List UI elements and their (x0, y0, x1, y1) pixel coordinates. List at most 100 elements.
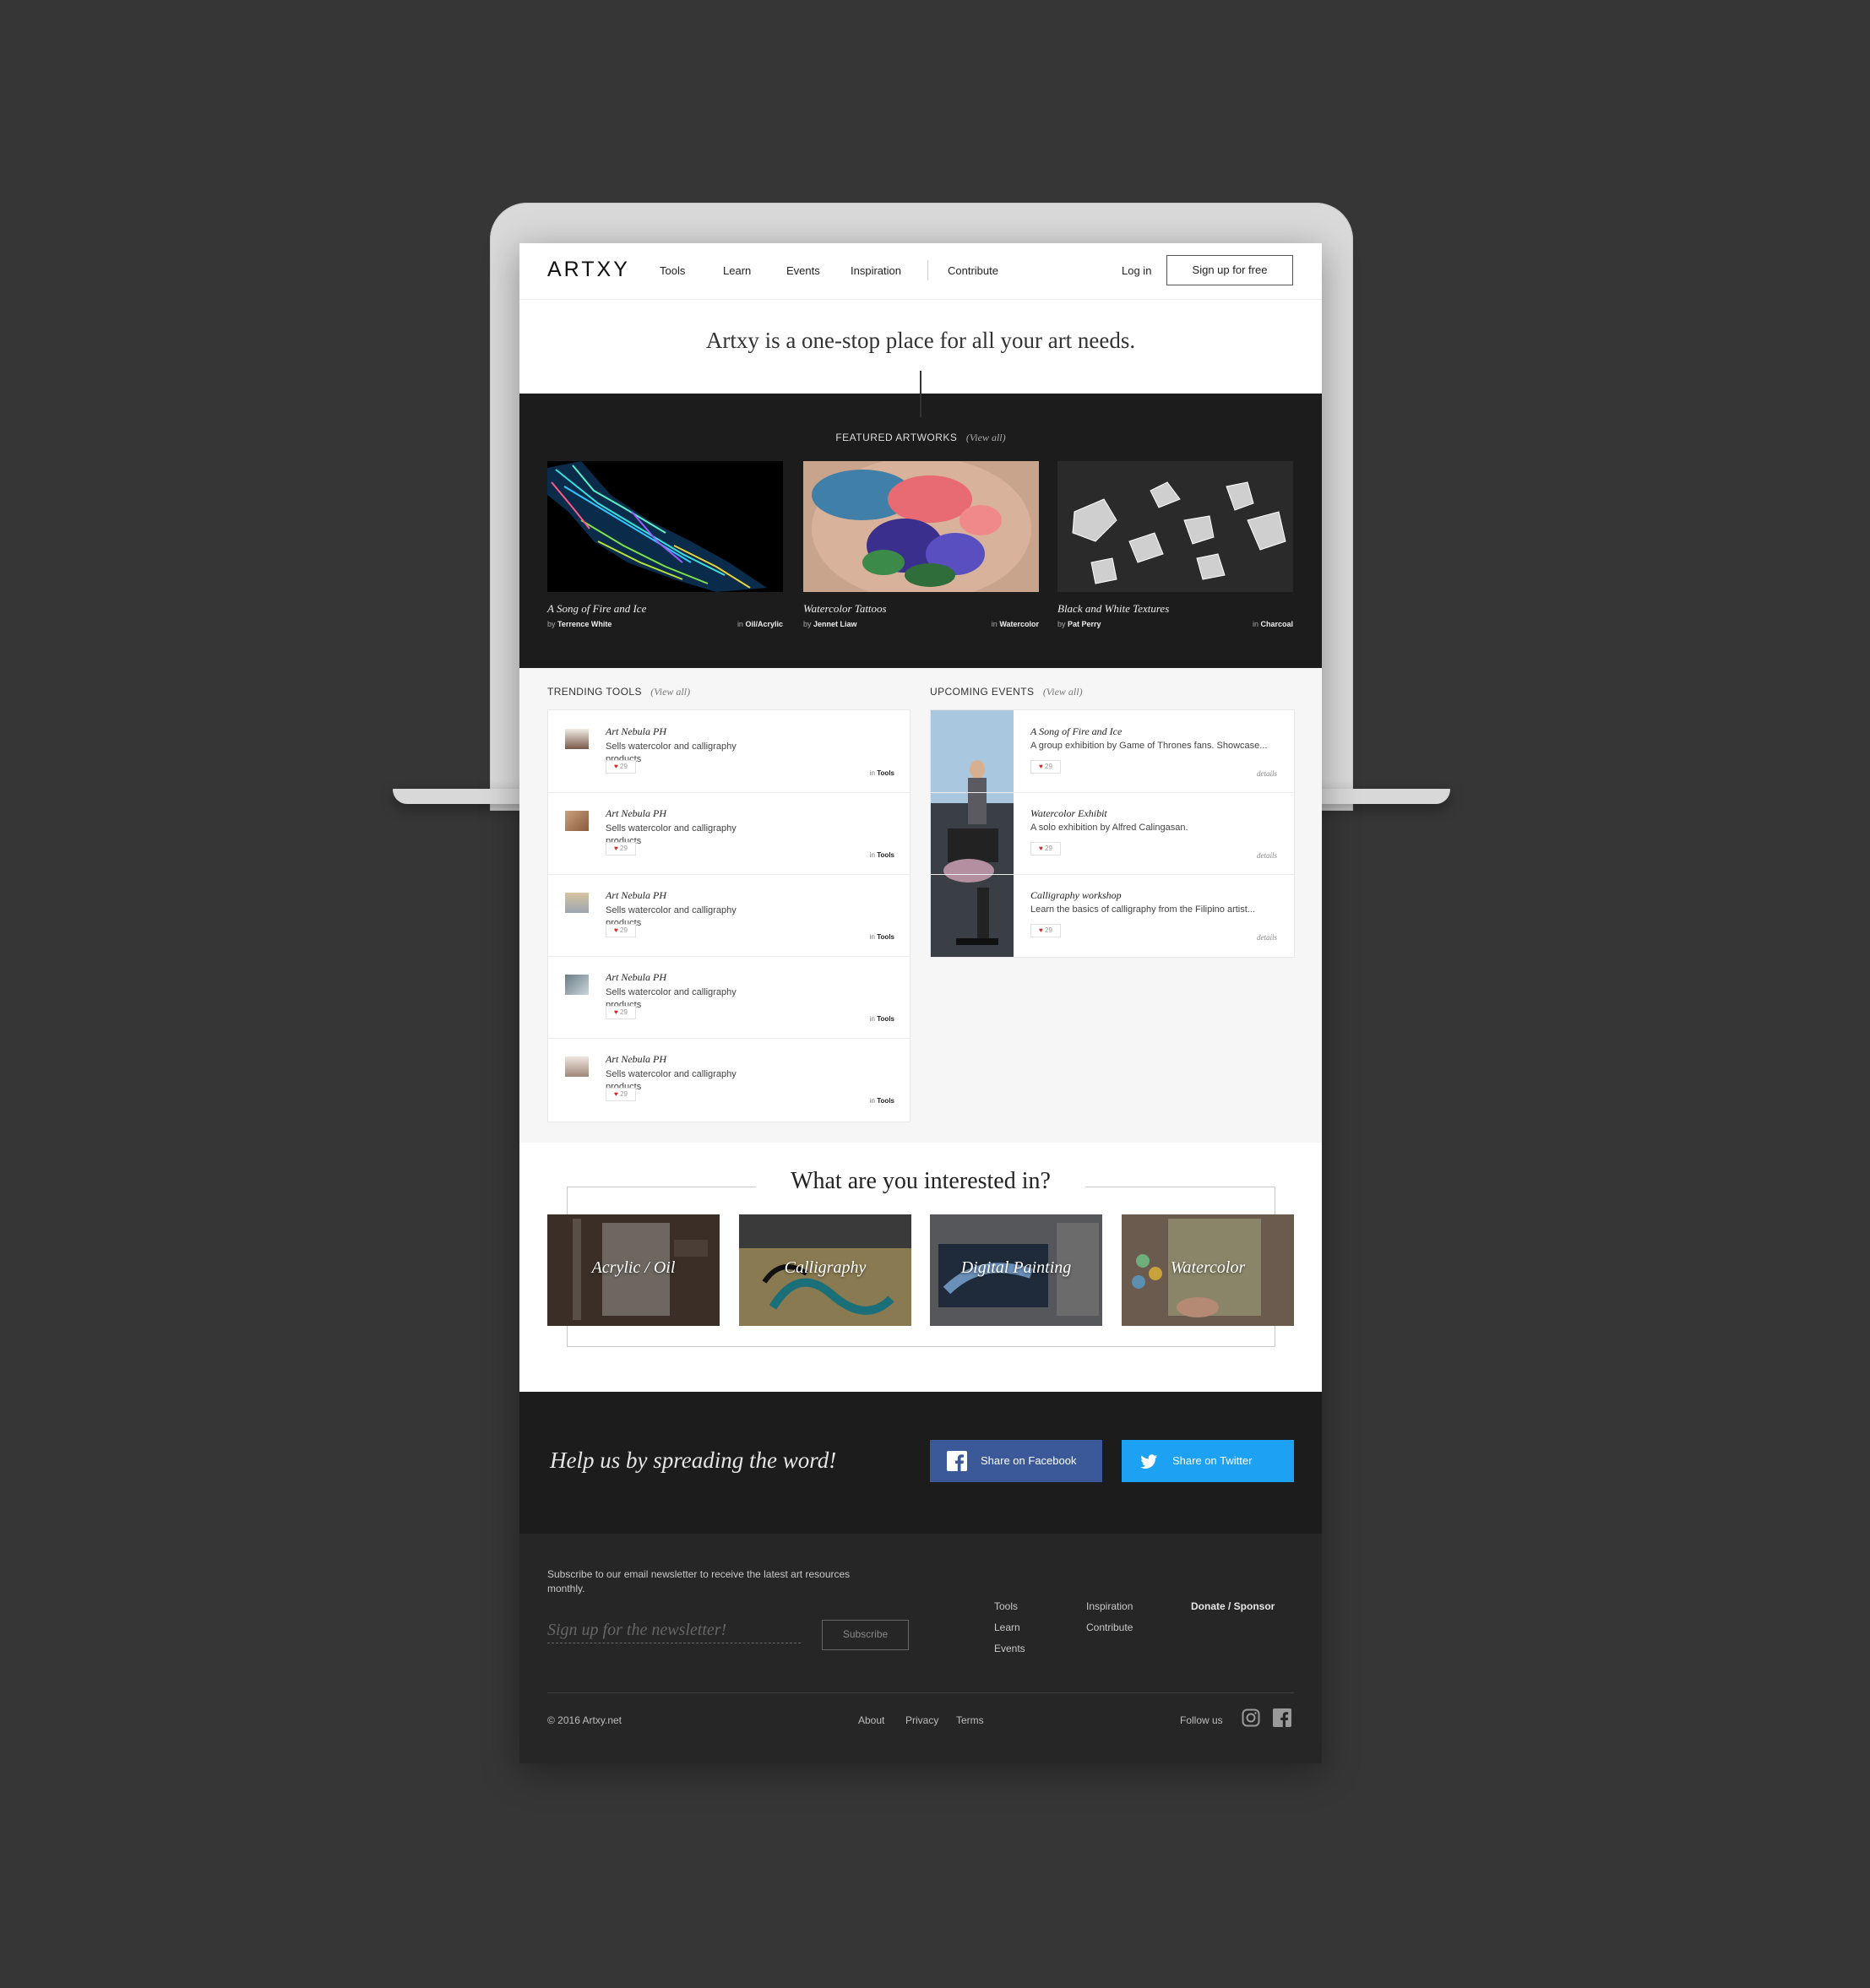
artwork-artist: by Jennet Liaw (803, 620, 857, 628)
artwork-title[interactable]: Watercolor Tattoos (803, 602, 887, 616)
interest-tile-calligraphy[interactable]: Calligraphy (739, 1214, 911, 1326)
event-name[interactable]: A Song of Fire and Ice (1030, 725, 1122, 738)
artwork-artist: by Pat Perry (1057, 620, 1101, 628)
tool-row[interactable]: Art Nebula PH Sells watercolor and calli… (548, 874, 910, 957)
footer-link-inspiration[interactable]: Inspiration (1086, 1600, 1133, 1612)
share-section: Help us by spreading the word! Share on … (519, 1392, 1322, 1534)
interest-label: Digital Painting (960, 1258, 1072, 1277)
tool-name[interactable]: Art Nebula PH (606, 889, 666, 902)
tool-row[interactable]: Art Nebula PH Sells watercolor and calli… (548, 792, 910, 875)
interest-label: Acrylic / Oil (591, 1258, 676, 1277)
footer-link-donate[interactable]: Donate / Sponsor (1191, 1600, 1275, 1612)
like-badge[interactable]: ♥ 29 (1030, 842, 1061, 855)
interest-tile-digital-painting[interactable]: Digital Painting (930, 1214, 1102, 1326)
event-description: A solo exhibition by Alfred Calingasan. (1030, 823, 1188, 833)
interest-tile-acrylic-oil[interactable]: Acrylic / Oil (547, 1214, 720, 1326)
tool-row[interactable]: Art Nebula PH Sells watercolor and calli… (548, 956, 910, 1039)
tool-category: in Tools (869, 1015, 894, 1023)
footer-link-tools[interactable]: Tools (994, 1600, 1018, 1612)
footer-link-terms[interactable]: Terms (956, 1714, 984, 1726)
artwork-image[interactable] (803, 457, 1039, 600)
interest-tile-watercolor[interactable]: Watercolor (1122, 1214, 1294, 1326)
tool-name[interactable]: Art Nebula PH (606, 725, 666, 738)
footer-link-learn[interactable]: Learn (994, 1621, 1020, 1633)
artwork-image[interactable] (547, 461, 783, 592)
events-view-all[interactable]: (View all) (1043, 686, 1083, 698)
footer-link-contribute[interactable]: Contribute (1086, 1621, 1133, 1633)
artwork-title[interactable]: Black and White Textures (1057, 602, 1169, 616)
events-title: UPCOMING EVENTS (930, 686, 1035, 698)
nav-events[interactable]: Events (786, 264, 820, 277)
nav-inspiration[interactable]: Inspiration (851, 264, 901, 277)
event-description: A group exhibition by Game of Thrones fa… (1030, 741, 1268, 751)
tool-row[interactable]: Art Nebula PH Sells watercolor and calli… (548, 1038, 910, 1120)
tool-thumbnail (565, 975, 589, 995)
heart-icon: ♥ (1039, 845, 1043, 852)
newsletter-input[interactable]: Sign up for the newsletter! (547, 1621, 801, 1643)
screen: ARTXY Tools Learn Events Inspiration Con… (519, 243, 1322, 1763)
featured-section: FEATURED ARTWORKS (View all) A Song of F… (519, 394, 1322, 668)
share-facebook-button[interactable]: Share on Facebook (930, 1440, 1102, 1482)
heart-icon: ♥ (614, 845, 618, 852)
event-description: Learn the basics of calligraphy from the… (1030, 904, 1255, 915)
trending-tools-list: Art Nebula PH Sells watercolor and calli… (547, 709, 911, 1122)
facebook-icon (947, 1451, 967, 1471)
instagram-icon[interactable] (1242, 1708, 1260, 1727)
logo[interactable]: ARTXY (547, 258, 630, 282)
tool-name[interactable]: Art Nebula PH (606, 971, 666, 984)
like-badge[interactable]: ♥ 29 (1030, 760, 1061, 774)
tool-category: in Tools (869, 851, 894, 859)
event-details-link[interactable]: details (1257, 933, 1277, 942)
tool-row[interactable]: Art Nebula PH Sells watercolor and calli… (548, 710, 910, 793)
like-badge[interactable]: ♥ 29 (606, 924, 636, 937)
follow-us-label: Follow us (1180, 1714, 1223, 1726)
events-heading: UPCOMING EVENTS (View all) (930, 684, 1083, 699)
artwork-image[interactable] (1057, 461, 1293, 592)
like-badge[interactable]: ♥ 29 (606, 760, 636, 774)
nav-divider (927, 260, 928, 280)
heart-icon: ♥ (1039, 926, 1043, 934)
event-row[interactable]: Watercolor Exhibit A solo exhibition by … (931, 792, 1294, 875)
footer-link-privacy[interactable]: Privacy (905, 1714, 938, 1726)
tool-name[interactable]: Art Nebula PH (606, 1053, 666, 1066)
signup-button[interactable]: Sign up for free (1166, 255, 1293, 285)
share-twitter-label: Share on Twitter (1172, 1454, 1253, 1467)
tool-category: in Tools (869, 769, 894, 777)
like-badge[interactable]: ♥ 29 (606, 842, 636, 855)
interest-label: Calligraphy (784, 1258, 867, 1277)
event-name[interactable]: Watercolor Exhibit (1030, 807, 1107, 820)
artwork-title[interactable]: A Song of Fire and Ice (547, 602, 646, 616)
footer-link-about[interactable]: About (858, 1714, 884, 1726)
event-name[interactable]: Calligraphy workshop (1030, 889, 1122, 902)
like-badge[interactable]: ♥ 29 (606, 1088, 636, 1101)
event-details-link[interactable]: details (1257, 769, 1277, 778)
event-row[interactable]: A Song of Fire and Ice A group exhibitio… (931, 710, 1294, 793)
like-badge[interactable]: ♥ 29 (1030, 924, 1061, 937)
copyright: © 2016 Artxy.net (547, 1714, 622, 1726)
trending-heading: TRENDING TOOLS (View all) (547, 684, 690, 699)
top-nav: ARTXY Tools Learn Events Inspiration Con… (519, 243, 1322, 300)
featured-view-all[interactable]: (View all) (966, 432, 1006, 443)
heart-icon: ♥ (614, 1090, 618, 1098)
facebook-icon[interactable] (1273, 1708, 1291, 1727)
trending-view-all[interactable]: (View all) (650, 686, 690, 698)
tools-events-section: TRENDING TOOLS (View all) UPCOMING EVENT… (519, 668, 1322, 1143)
nav-contribute[interactable]: Contribute (948, 264, 998, 277)
tool-name[interactable]: Art Nebula PH (606, 807, 666, 820)
login-link[interactable]: Log in (1122, 264, 1151, 277)
newsletter-text: Subscribe to our email newsletter to rec… (547, 1568, 851, 1594)
event-details-link[interactable]: details (1257, 851, 1277, 860)
event-row[interactable]: Calligraphy workshop Learn the basics of… (931, 874, 1294, 956)
footer: Subscribe to our email newsletter to rec… (519, 1534, 1322, 1763)
footer-link-events[interactable]: Events (994, 1643, 1025, 1654)
nav-learn[interactable]: Learn (723, 264, 751, 277)
tool-thumbnail (565, 811, 589, 831)
nav-tools[interactable]: Tools (660, 264, 685, 277)
like-badge[interactable]: ♥ 29 (606, 1006, 636, 1019)
share-twitter-button[interactable]: Share on Twitter (1122, 1440, 1294, 1482)
upcoming-events-list: A Song of Fire and Ice A group exhibitio… (930, 709, 1295, 958)
featured-title: FEATURED ARTWORKS (835, 432, 958, 443)
heart-icon: ♥ (614, 763, 618, 770)
subscribe-button[interactable]: Subscribe (822, 1620, 909, 1650)
interests-title: What are you interested in? (791, 1168, 1051, 1194)
